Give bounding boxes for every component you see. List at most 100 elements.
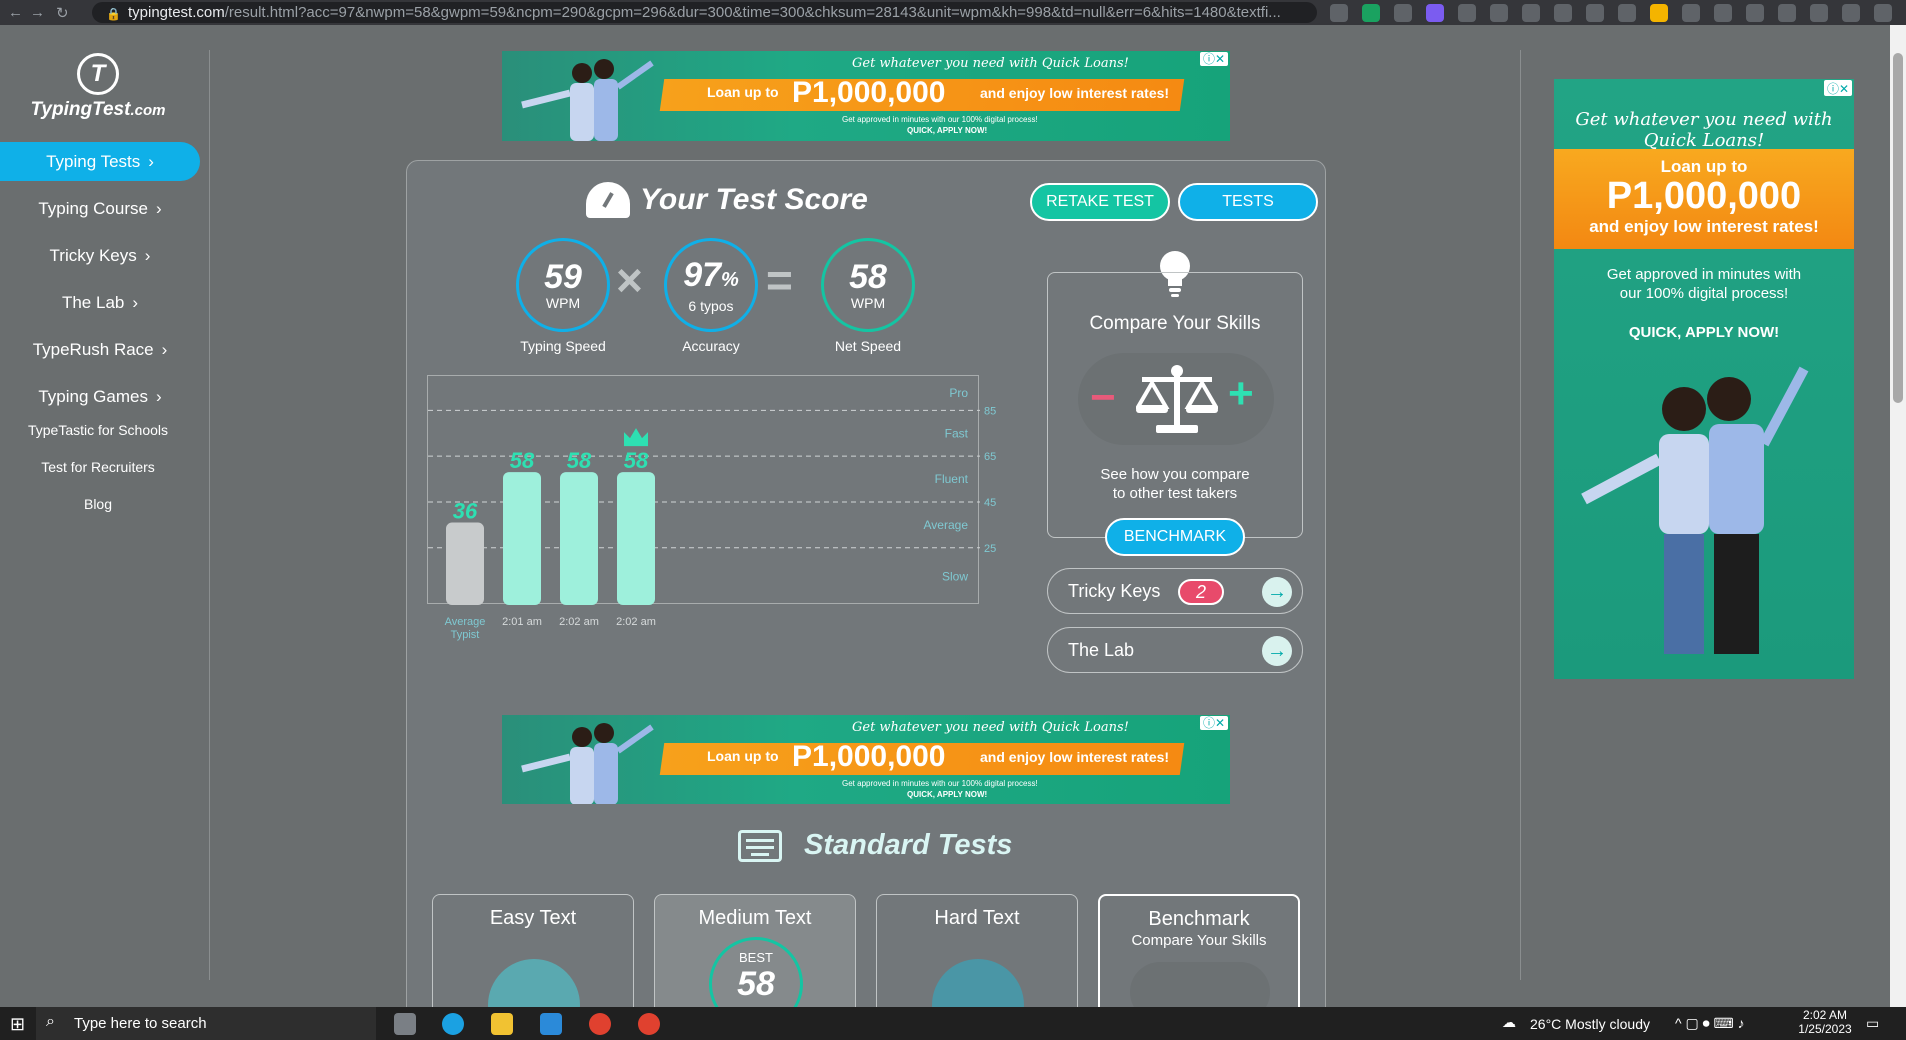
ad-people-image bbox=[1581, 366, 1809, 654]
file-explorer-icon[interactable] bbox=[491, 1013, 513, 1035]
extension-icon[interactable] bbox=[1746, 4, 1764, 22]
chart-bar bbox=[617, 472, 655, 605]
reload-icon[interactable]: ↻ bbox=[56, 4, 69, 22]
vscode-icon[interactable] bbox=[540, 1013, 562, 1035]
chrome-icon[interactable] bbox=[589, 1013, 611, 1035]
benchmark-button[interactable]: BENCHMARK bbox=[1105, 518, 1245, 556]
sidebar-item-the-lab[interactable]: The Lab › bbox=[0, 283, 200, 322]
extension-icon[interactable] bbox=[1650, 4, 1668, 22]
crown-icon bbox=[624, 428, 648, 447]
times-icon: × bbox=[616, 254, 643, 306]
x-tick-label: 2:02 am bbox=[559, 616, 599, 628]
medium-text-card[interactable]: Medium Text BEST 58 bbox=[654, 894, 856, 1012]
arrow-right-icon[interactable]: → bbox=[1262, 636, 1292, 666]
card-title: Hard Text bbox=[934, 907, 1020, 929]
ad-loan-suffix: and enjoy low interest rates! bbox=[1589, 217, 1819, 236]
extension-icon[interactable] bbox=[1330, 4, 1348, 22]
sidebar-item-typing-tests[interactable]: Typing Tests › bbox=[0, 142, 200, 181]
weather-icon[interactable]: ☁ bbox=[1502, 1014, 1516, 1031]
extension-icon[interactable] bbox=[1586, 4, 1604, 22]
right-sidebar-ad[interactable]: ⓘ✕ Get whatever you need with Quick Loan… bbox=[1554, 79, 1854, 679]
extension-icon[interactable] bbox=[1362, 4, 1380, 22]
level-label: Slow bbox=[942, 569, 968, 583]
net-speed-ring: 58 WPM bbox=[821, 238, 915, 332]
sidebar-item-label: Typing Tests bbox=[46, 151, 141, 171]
chrome-active-icon[interactable] bbox=[638, 1013, 660, 1035]
extension-icon[interactable] bbox=[1810, 4, 1828, 22]
ad-close-icon[interactable]: ⓘ✕ bbox=[1200, 716, 1228, 730]
smile-icon bbox=[488, 959, 580, 1012]
arrow-right-icon[interactable]: → bbox=[1262, 577, 1292, 607]
browser-toolbar: ← → ↻ 🔒 typingtest.com/result.html?acc=9… bbox=[0, 0, 1906, 25]
middle-banner-ad[interactable]: Get whatever you need with Quick Loans! … bbox=[502, 715, 1230, 804]
level-label: Fast bbox=[945, 426, 969, 440]
extension-icon[interactable] bbox=[1714, 4, 1732, 22]
tricky-keys-label: Tricky Keys bbox=[1068, 580, 1161, 601]
ad-amount: P1,000,000 bbox=[1606, 175, 1802, 217]
keyboard-icon bbox=[738, 829, 782, 862]
tests-button[interactable]: TESTS bbox=[1178, 183, 1318, 221]
typing-speed-unit: WPM bbox=[545, 295, 581, 311]
extension-icon[interactable] bbox=[1682, 4, 1700, 22]
windows-taskbar: ⊞ ⌕ Type here to search ☁ 26°C Mostly cl… bbox=[0, 1007, 1906, 1040]
ad-close-icon[interactable]: ⓘ✕ bbox=[1200, 52, 1228, 66]
extension-icon[interactable] bbox=[1618, 4, 1636, 22]
extension-icon[interactable] bbox=[1874, 4, 1892, 22]
sidebar-item-typerush-race[interactable]: TypeRush Race › bbox=[0, 330, 200, 369]
compare-skills-card: Compare Your Skills − + See how you comp… bbox=[1047, 272, 1303, 538]
extension-icon[interactable] bbox=[1842, 4, 1860, 22]
plus-icon: + bbox=[1228, 369, 1254, 418]
score-title-text: Your Test Score bbox=[640, 183, 868, 216]
url-host: typingtest.com bbox=[128, 4, 225, 21]
search-placeholder: Type here to search bbox=[74, 1015, 207, 1032]
balance-scale-icon bbox=[1136, 365, 1218, 433]
sidebar-item-tricky-keys[interactable]: Tricky Keys › bbox=[0, 236, 200, 275]
taskbar-search[interactable]: ⌕ Type here to search bbox=[36, 1007, 376, 1040]
weather-text[interactable]: 26°C Mostly cloudy bbox=[1530, 1016, 1650, 1032]
benchmark-card[interactable]: Benchmark Compare Your Skills bbox=[1098, 894, 1300, 1012]
extension-icon[interactable] bbox=[1522, 4, 1540, 22]
sidebar-item-typing-course[interactable]: Typing Course › bbox=[0, 189, 200, 228]
sidebar-item-label: Tricky Keys bbox=[49, 245, 137, 265]
address-bar[interactable]: 🔒 typingtest.com/result.html?acc=97&nwpm… bbox=[92, 2, 1317, 23]
page-scrollbar[interactable] bbox=[1890, 25, 1906, 1007]
tricky-keys-badge: 2 bbox=[1178, 579, 1224, 605]
edge-icon[interactable] bbox=[442, 1013, 464, 1035]
x-tick-label: 2:01 am bbox=[502, 616, 542, 628]
tray-icons[interactable]: ^ ▢ ⏺ ⌨ ♪ bbox=[1675, 1015, 1745, 1032]
back-icon[interactable]: ← bbox=[8, 4, 23, 21]
extension-icon[interactable] bbox=[1394, 4, 1412, 22]
task-view-icon[interactable] bbox=[394, 1013, 416, 1035]
notifications-icon[interactable]: ▭ bbox=[1866, 1015, 1879, 1032]
extension-icon[interactable] bbox=[1490, 4, 1508, 22]
windows-start-icon[interactable]: ⊞ bbox=[10, 1014, 25, 1035]
card-title: Easy Text bbox=[489, 907, 577, 929]
compare-description: See how you compare to other test takers bbox=[1100, 466, 1250, 502]
easy-text-card[interactable]: Easy Text bbox=[432, 894, 634, 1012]
level-label: Pro bbox=[949, 386, 968, 400]
clock-date: 1/25/2023 bbox=[1798, 1022, 1852, 1036]
tricky-keys-link[interactable]: Tricky Keys 2 → bbox=[1047, 568, 1303, 614]
sidebar-link-recruiters[interactable]: Test for Recruiters bbox=[0, 459, 196, 475]
sidebar-link-blog[interactable]: Blog bbox=[0, 496, 196, 512]
sidebar-item-typing-games[interactable]: Typing Games › bbox=[0, 377, 200, 416]
ad-loan-prefix: Loan up to bbox=[707, 84, 779, 100]
scrollbar-thumb[interactable] bbox=[1893, 53, 1903, 403]
hard-text-card[interactable]: Hard Text bbox=[876, 894, 1078, 1012]
extension-icon[interactable] bbox=[1554, 4, 1572, 22]
forward-icon[interactable]: → bbox=[30, 4, 45, 21]
retake-test-button[interactable]: RETAKE TEST bbox=[1030, 183, 1170, 221]
extension-icon[interactable] bbox=[1458, 4, 1476, 22]
bar-value-label: 58 bbox=[567, 448, 592, 473]
top-banner-ad[interactable]: Get whatever you need with Quick Loans! … bbox=[502, 51, 1230, 141]
site-logo[interactable]: T TypingTest.com bbox=[28, 53, 168, 121]
extension-icon[interactable] bbox=[1426, 4, 1444, 22]
scale-icon-bg: − + bbox=[1078, 353, 1274, 445]
ad-close-icon[interactable]: ⓘ✕ bbox=[1824, 80, 1852, 96]
the-lab-link[interactable]: The Lab → bbox=[1047, 627, 1303, 673]
level-label: Average bbox=[924, 518, 969, 532]
sidebar-link-typetastic[interactable]: TypeTastic for Schools bbox=[0, 422, 196, 438]
extension-icon[interactable] bbox=[1778, 4, 1796, 22]
clock[interactable]: 2:02 AM 1/25/2023 bbox=[1795, 1008, 1855, 1036]
sidebar: T TypingTest.com Typing Tests › Typing Co… bbox=[0, 25, 210, 1007]
